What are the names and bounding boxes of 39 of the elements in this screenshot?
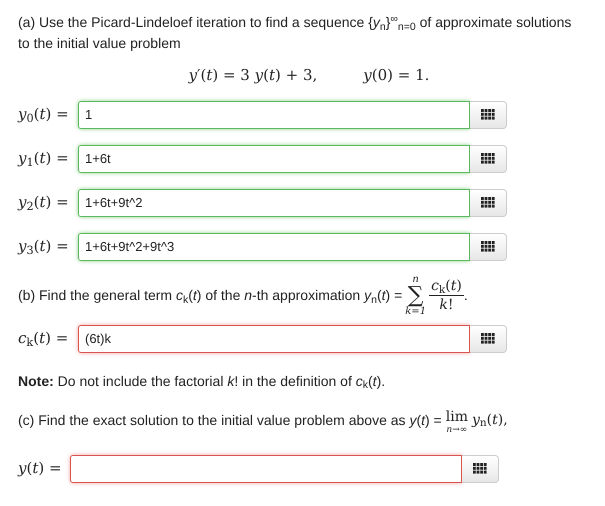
grid-icon: [481, 333, 495, 344]
answer-field[interactable]: 1+6t+9t^2+9t^3: [78, 232, 470, 260]
answer-field[interactable]: 1+6t+9t^2: [78, 188, 470, 216]
math-label: y$_{2}$(t) =: [18, 192, 70, 214]
equation-editor-button[interactable]: [462, 454, 499, 482]
sum-symbol: ∑: [408, 284, 424, 306]
fraction-numerator: c$_{k}$(t): [429, 277, 464, 296]
math-label: c$_{k}$(t) =: [18, 328, 70, 350]
initial-condition: y(0) = 1.: [363, 65, 430, 86]
equation: y′(t) = 3 y(t) + 3,: [188, 65, 318, 86]
equation-editor-button[interactable]: [470, 188, 507, 216]
question-text: (a) Use the Picard-Lindeloef iteration to find a sequence {y$_{n}$}$^{∞}$$_{n=0}$ of approximate solutions to the initial value problem: [18, 12, 572, 53]
grid-icon: [481, 241, 495, 252]
limit-subscript: n→∞: [446, 426, 468, 434]
sum-lower-limit: k=1: [405, 306, 426, 316]
math-label: y$_{3}$(t) =: [18, 236, 70, 258]
question-text: (b) Find the general term c$_{k}$(t) of the n-th approximation y$_{n}$(t) =: [18, 286, 402, 306]
question-text: (c) Find the exact solution to the initial value problem above as y(t) =: [18, 410, 442, 430]
math-label: y$_{1}$(t) =: [18, 148, 70, 170]
equation-editor-button[interactable]: [470, 324, 507, 352]
period: .: [464, 286, 468, 305]
limit-operator: lim: [446, 410, 468, 424]
math-label: y$_{0}$(t) =: [18, 104, 70, 126]
answer-field[interactable]: 1: [78, 100, 470, 128]
math-expression: y$_{n}$(t),: [472, 410, 508, 430]
note-text: Note: Do not include the factorial k! in the definition of c$_{k}$(t).: [18, 372, 386, 392]
math-label: y(t) =: [18, 458, 63, 480]
answer-field[interactable]: [70, 454, 462, 482]
equation-editor-button[interactable]: [470, 232, 507, 260]
sum-upper-limit: n: [412, 274, 419, 284]
grid-icon: [473, 463, 487, 474]
answer-field[interactable]: 1+6t: [78, 144, 470, 172]
equation-editor-button[interactable]: [470, 100, 507, 128]
grid-icon: [481, 153, 495, 164]
grid-icon: [481, 197, 495, 208]
fraction-denominator: k!: [439, 296, 454, 314]
answer-field[interactable]: (6t)k: [78, 324, 470, 352]
equation-editor-button[interactable]: [470, 144, 507, 172]
grid-icon: [481, 109, 495, 120]
